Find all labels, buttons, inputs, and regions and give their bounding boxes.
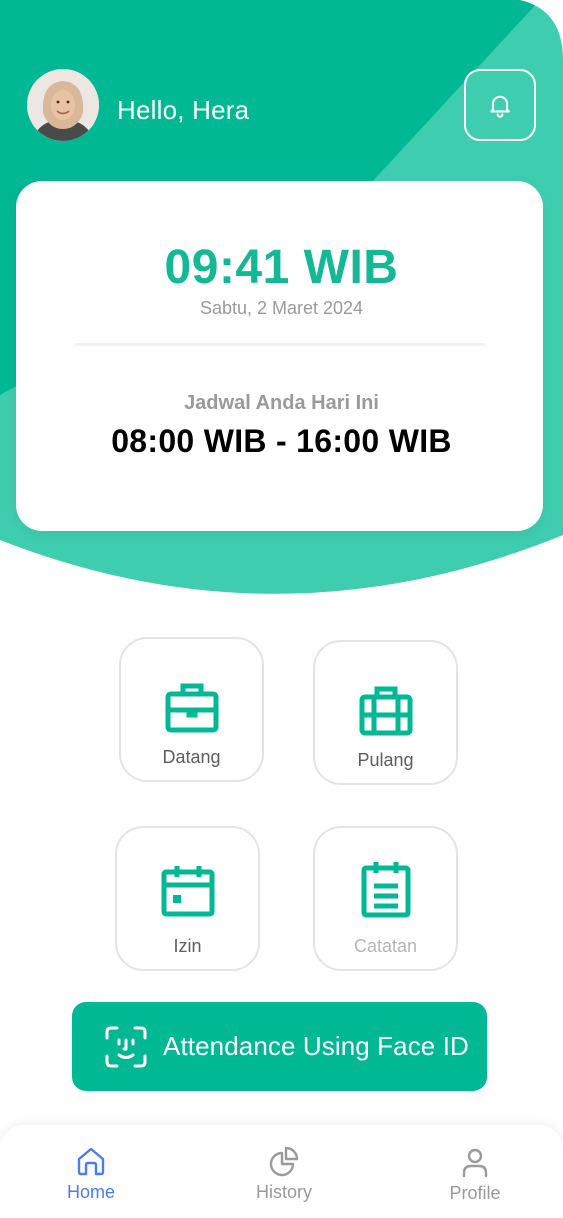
- catatan-label: Catatan: [353, 936, 418, 956]
- pulang-button[interactable]: Pulang: [313, 640, 458, 785]
- briefcase-icon: [165, 683, 218, 733]
- catatan-button[interactable]: Catatan: [313, 826, 458, 971]
- pie-chart-icon: [269, 1146, 299, 1177]
- suitcase-icon: [359, 686, 412, 736]
- current-time: 09:41 WIB: [164, 241, 399, 294]
- calendar-icon: [161, 866, 214, 917]
- avatar[interactable]: [27, 69, 99, 141]
- datang-label: Datang: [162, 747, 221, 767]
- clock-card: [16, 181, 543, 531]
- schedule-label: Jadwal Anda Hari Ini: [184, 392, 379, 414]
- current-date: Sabtu, 2 Maret 2024: [199, 298, 364, 318]
- card-divider: [75, 343, 485, 346]
- home-icon: [77, 1147, 105, 1176]
- user-icon: [462, 1148, 488, 1178]
- face-id-button-label: Attendance Using Face ID: [163, 1031, 469, 1061]
- izin-button[interactable]: Izin: [115, 826, 260, 971]
- tab-history[interactable]: History: [234, 1145, 334, 1203]
- izin-label: Izin: [173, 936, 202, 956]
- face-id-icon: [105, 1026, 147, 1068]
- tab-profile-label: Profile: [449, 1183, 501, 1203]
- greeting-text: Hello, Hera: [117, 95, 250, 125]
- schedule-value: 08:00 WIB - 16:00 WIB: [111, 423, 452, 459]
- tab-profile[interactable]: Profile: [425, 1146, 525, 1204]
- tab-home[interactable]: Home: [41, 1145, 141, 1203]
- bell-icon: [490, 95, 510, 118]
- tab-history-label: History: [255, 1182, 312, 1202]
- pulang-label: Pulang: [357, 750, 414, 770]
- tab-home-label: Home: [66, 1182, 115, 1202]
- notification-button[interactable]: [464, 69, 536, 141]
- datang-button[interactable]: Datang: [119, 637, 264, 782]
- avatar-image: [27, 69, 99, 141]
- clipboard-icon: [361, 862, 410, 918]
